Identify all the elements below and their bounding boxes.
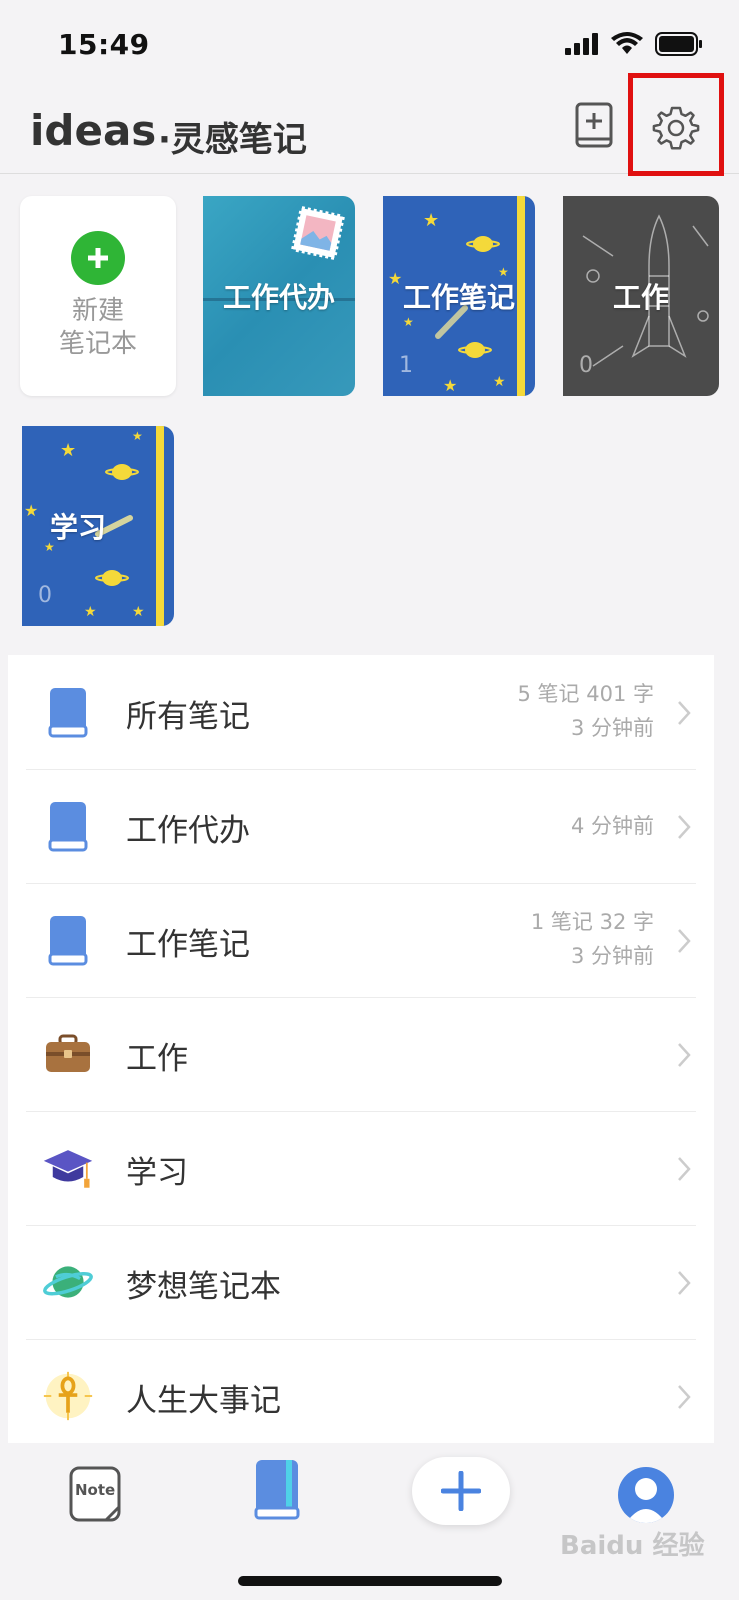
blue-book-icon — [42, 686, 94, 738]
watermark: Baidu 经验 — [560, 1531, 705, 1561]
battery-icon — [655, 32, 702, 56]
list-item-label: 人生大事记 — [126, 1383, 281, 1419]
svg-text:★: ★ — [493, 374, 506, 390]
graduation-cap-icon — [42, 1142, 94, 1194]
list-item[interactable]: 工作 — [8, 997, 714, 1111]
notebook-cover-title: 学习 — [49, 511, 106, 544]
list-item-label: 工作 — [126, 1041, 188, 1077]
notebook-band — [156, 426, 164, 626]
list-item-label: 梦想笔记本 — [126, 1269, 281, 1305]
list-item[interactable]: 学习 — [8, 1111, 714, 1225]
chevron-right-icon — [678, 1157, 691, 1181]
notebook-cover-study[interactable]: ★ ★ ★ ★ ★ ★ 学习 0 — [22, 426, 174, 626]
notebook-cover-count: 0 — [579, 353, 593, 378]
chevron-right-icon — [678, 815, 691, 839]
new-notebook-label: 新建 笔记本 — [59, 295, 137, 361]
status-time: 15:49 — [58, 28, 150, 61]
chevron-right-icon — [678, 929, 691, 953]
plus-icon — [441, 1471, 481, 1511]
app-title: ideas — [30, 106, 157, 155]
list-item[interactable]: 工作笔记 1 笔记 32 字 3 分钟前 — [8, 883, 714, 997]
new-note-button[interactable] — [570, 100, 618, 152]
cellular-signal-icon — [565, 33, 598, 55]
stamp-icon — [291, 206, 345, 260]
svg-text:★: ★ — [132, 429, 143, 443]
planet-icon — [42, 1256, 94, 1308]
new-notebook-label-line2: 笔记本 — [58, 329, 137, 359]
list-item[interactable]: 梦想笔记本 — [8, 1225, 714, 1339]
wifi-icon — [611, 32, 643, 54]
briefcase-icon — [42, 1028, 94, 1080]
svg-text:★: ★ — [403, 315, 414, 329]
ankh-icon — [42, 1370, 94, 1422]
blue-book-icon — [42, 914, 94, 966]
notebook-cover-title: 工作代办 — [222, 281, 335, 314]
home-indicator — [238, 1576, 502, 1586]
list-item[interactable]: 工作代办 4 分钟前 — [8, 769, 714, 883]
blue-book-icon — [42, 800, 94, 852]
tab-notes[interactable]: Note — [68, 1463, 122, 1523]
notebook-cover-todo[interactable]: 工作代办 — [203, 196, 355, 396]
list-item-stats: 1 笔记 32 字 — [530, 910, 654, 934]
note-icon-text: Note — [75, 1481, 116, 1499]
chevron-right-icon — [678, 1043, 691, 1067]
list-item-label: 工作代办 — [126, 813, 250, 849]
status-icons — [565, 32, 703, 56]
svg-text:★: ★ — [423, 210, 439, 231]
notebook-cover-count: 1 — [399, 353, 413, 378]
tab-profile[interactable] — [618, 1467, 674, 1523]
list-item-label: 学习 — [126, 1155, 188, 1191]
add-note-button[interactable] — [412, 1457, 510, 1525]
svg-text:★: ★ — [84, 604, 97, 620]
add-circle-icon — [71, 231, 125, 285]
list-item-time: 3 分钟前 — [570, 944, 654, 968]
highlight-annotation-box — [628, 73, 724, 176]
chevron-right-icon — [678, 1385, 691, 1409]
list-item[interactable]: 所有笔记 5 笔记 401 字 3 分钟前 — [8, 655, 714, 769]
notebook-cover-title: 工作笔记 — [402, 281, 515, 314]
svg-text:★: ★ — [60, 440, 76, 461]
add-book-icon — [575, 102, 613, 148]
list-item-label: 工作笔记 — [126, 927, 250, 963]
app-subtitle: ·灵感笔记 — [158, 120, 307, 160]
user-avatar-icon — [626, 1478, 666, 1523]
notebook-icon — [254, 1460, 300, 1520]
chevron-right-icon — [678, 701, 691, 725]
svg-text:★: ★ — [443, 376, 457, 395]
list-item-time: 3 分钟前 — [570, 716, 654, 740]
notebook-list: 所有笔记 5 笔记 401 字 3 分钟前 工作代办 4 分钟前 工作笔记 1 … — [8, 655, 714, 1453]
notebook-cover-title: 工作 — [612, 281, 669, 314]
chevron-right-icon — [678, 1271, 691, 1295]
notebook-cover-work-notes[interactable]: ★ ★ ★ ★ ★ ★ 工作笔记 1 — [383, 196, 535, 396]
new-notebook-card[interactable]: 新建 笔记本 — [20, 196, 176, 396]
list-item-stats: 5 笔记 401 字 — [517, 682, 654, 706]
list-item[interactable]: 人生大事记 — [8, 1339, 714, 1453]
tab-notebooks[interactable] — [252, 1457, 304, 1523]
notebook-cover-work[interactable]: 工作 0 — [563, 196, 719, 396]
list-item-meta: 1 笔记 32 字 3 分钟前 — [531, 905, 654, 973]
list-item-meta: 4 分钟前 — [571, 809, 654, 843]
new-notebook-label-line1: 新建 — [71, 296, 124, 326]
list-item-time: 4 分钟前 — [570, 814, 654, 838]
list-item-meta: 5 笔记 401 字 3 分钟前 — [518, 677, 654, 745]
svg-text:★: ★ — [132, 604, 145, 620]
notebook-grid: 新建 笔记本 工作代办 ★ ★ ★ ★ ★ ★ 工作笔记 1 工作 0 ★ ★ … — [0, 174, 739, 644]
list-item-label: 所有笔记 — [126, 699, 250, 735]
notebook-cover-count: 0 — [38, 583, 52, 608]
